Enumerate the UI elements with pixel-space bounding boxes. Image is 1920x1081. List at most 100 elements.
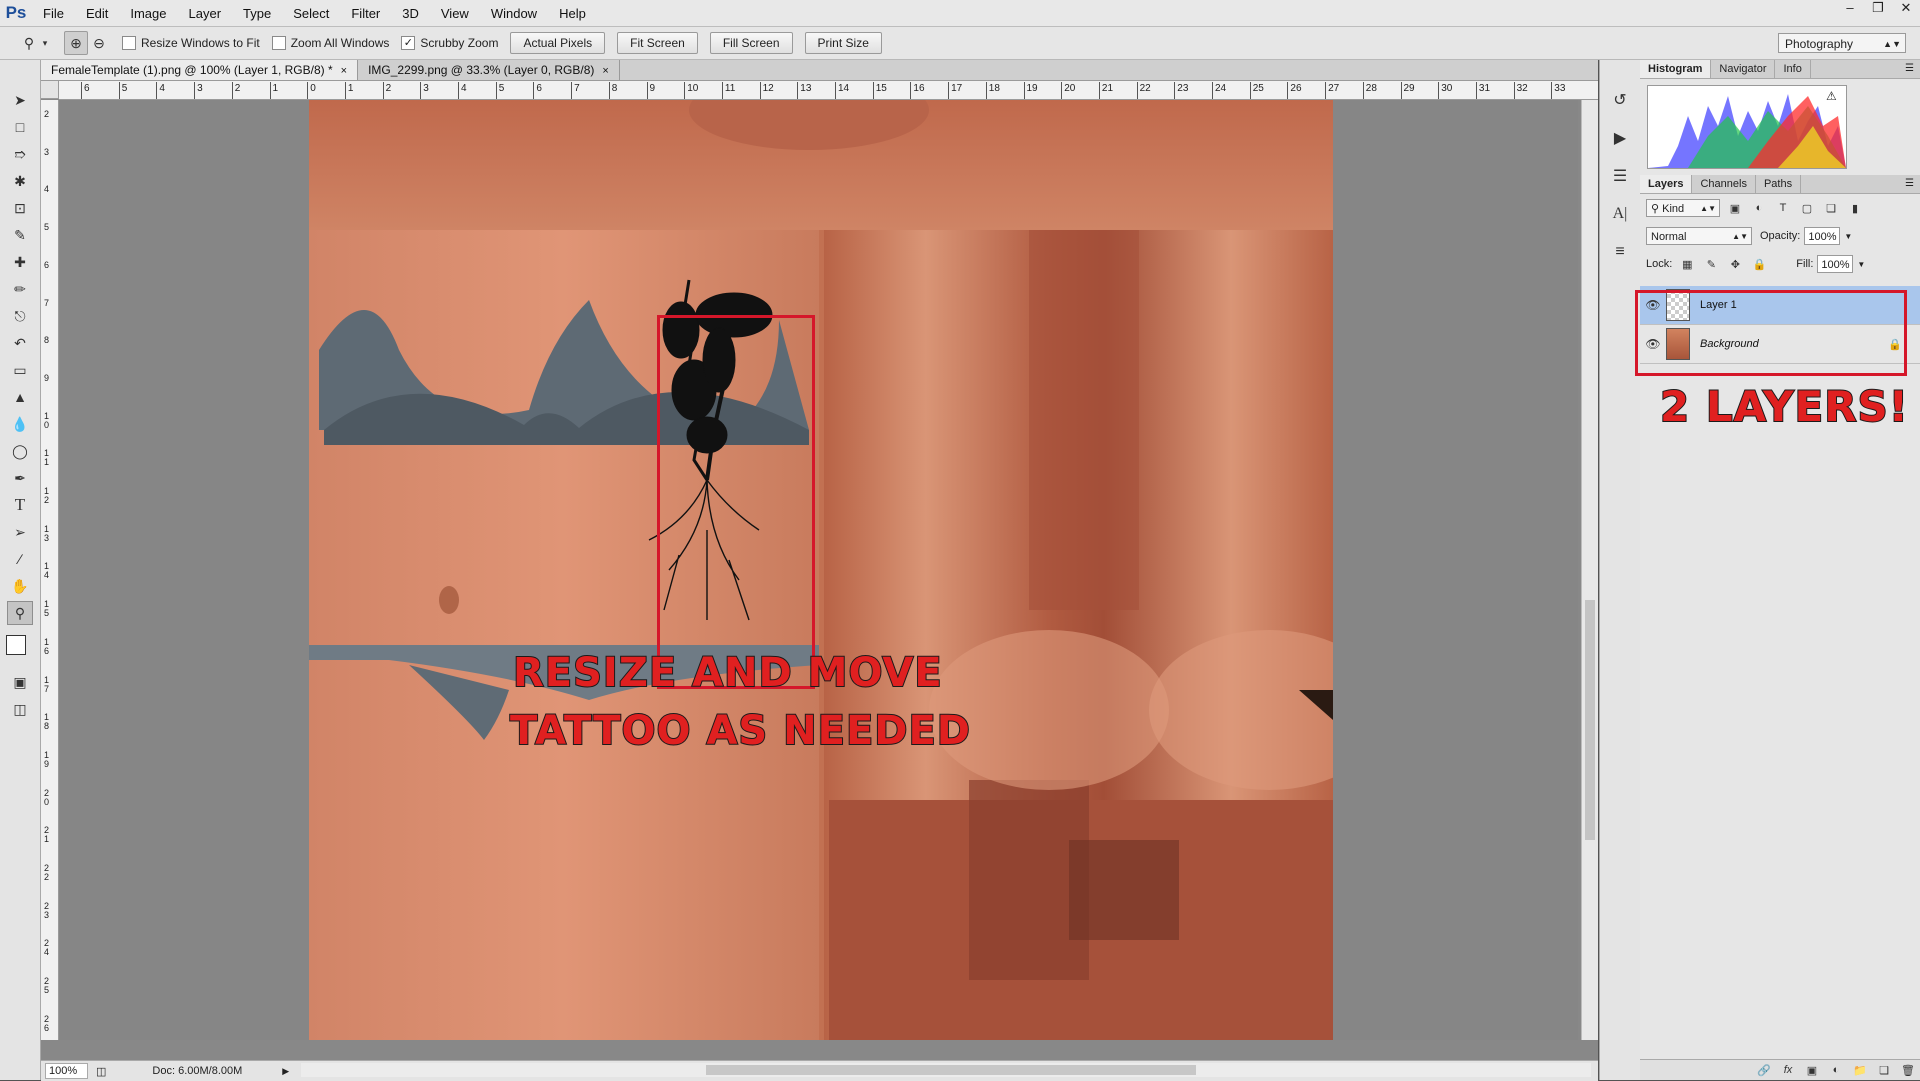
zoom-in-icon[interactable]: ⊕ bbox=[64, 31, 88, 55]
panel-menu-icon[interactable]: ☰ bbox=[1905, 60, 1914, 78]
menu-select[interactable]: Select bbox=[282, 6, 340, 21]
crop-tool-icon[interactable]: ⊡ bbox=[7, 196, 33, 220]
fit-screen-button[interactable]: Fit Screen bbox=[617, 32, 698, 54]
tab-channels[interactable]: Channels bbox=[1692, 175, 1756, 193]
document-tab[interactable]: FemaleTemplate (1).png @ 100% (Layer 1, … bbox=[41, 60, 359, 80]
hand-tool-icon[interactable]: ✋ bbox=[7, 574, 33, 598]
history-icon[interactable]: ↺ bbox=[1606, 86, 1634, 114]
ruler-origin[interactable] bbox=[41, 81, 59, 99]
close-icon[interactable]: ✕ bbox=[1892, 0, 1920, 18]
move-tool-icon[interactable]: ➤ bbox=[7, 88, 33, 112]
fill-screen-button[interactable]: Fill Screen bbox=[709, 32, 793, 54]
path-select-tool-icon[interactable]: ➢ bbox=[7, 520, 33, 544]
zoom-out-icon[interactable]: ⊖ bbox=[88, 32, 110, 54]
menu-view[interactable]: View bbox=[430, 6, 480, 21]
status-arrow-icon[interactable]: ▶ bbox=[282, 1066, 289, 1077]
lock-pixels-icon[interactable]: ✎ bbox=[1702, 255, 1720, 273]
menu-type[interactable]: Type bbox=[232, 6, 282, 21]
horizontal-scrollbar[interactable] bbox=[301, 1063, 1591, 1077]
paint-bucket-tool-icon[interactable]: ▲ bbox=[7, 385, 33, 409]
link-icon[interactable]: 🔗 bbox=[1752, 1064, 1776, 1077]
brush-tool-icon[interactable]: ✏ bbox=[7, 277, 33, 301]
adjustment-icon[interactable]: ◐ bbox=[1824, 1064, 1848, 1076]
fill-field[interactable]: 100% bbox=[1817, 255, 1854, 273]
healing-brush-tool-icon[interactable]: ✚ bbox=[7, 250, 33, 274]
actions-play-icon[interactable]: ▶ bbox=[1606, 124, 1634, 152]
fx-icon[interactable]: fx bbox=[1776, 1064, 1800, 1076]
adjustment-filter-icon[interactable]: ◐ bbox=[1750, 199, 1768, 217]
lock-position-icon[interactable]: ✥ bbox=[1726, 255, 1744, 273]
properties-icon[interactable]: ☰ bbox=[1606, 162, 1634, 190]
tab-layers[interactable]: Layers bbox=[1640, 175, 1693, 193]
filter-toggle-icon[interactable]: ▮ bbox=[1846, 199, 1864, 217]
color-swatches[interactable] bbox=[4, 633, 36, 667]
restore-icon[interactable]: ❐ bbox=[1864, 0, 1892, 18]
minimize-icon[interactable]: – bbox=[1836, 0, 1864, 18]
line-tool-icon[interactable]: ∕ bbox=[7, 547, 33, 571]
smart-object-filter-icon[interactable]: ❏ bbox=[1822, 199, 1840, 217]
actual-pixels-button[interactable]: Actual Pixels bbox=[510, 32, 606, 54]
trash-icon[interactable]: 🗑 bbox=[1896, 1064, 1920, 1077]
menu-3d[interactable]: 3D bbox=[391, 6, 430, 21]
document-tab[interactable]: IMG_2299.png @ 33.3% (Layer 0, RGB/8) × bbox=[358, 60, 620, 80]
menu-help[interactable]: Help bbox=[548, 6, 597, 21]
menu-image[interactable]: Image bbox=[119, 6, 177, 21]
tab-paths[interactable]: Paths bbox=[1756, 175, 1802, 193]
zoom-icon[interactable]: ⚲ bbox=[18, 32, 40, 54]
character-icon[interactable]: A| bbox=[1606, 200, 1634, 228]
chevron-down-icon[interactable]: ▼ bbox=[1844, 232, 1852, 241]
scrubby-zoom-checkbox[interactable]: ✓ Scrubby Zoom bbox=[401, 36, 498, 50]
lock-all-icon[interactable]: 🔒 bbox=[1750, 255, 1768, 273]
zoom-level-field[interactable]: 100% bbox=[45, 1063, 88, 1079]
scrollbar-thumb[interactable] bbox=[706, 1065, 1196, 1075]
horizontal-ruler[interactable]: 6 5 4 3 2 1 0 1 2 3 4 5 6 7 8 9 10 11 12 13 14 15 16 17 18 19 20 21… bbox=[59, 81, 1598, 100]
tab-info[interactable]: Info bbox=[1775, 60, 1811, 78]
blur-tool-icon[interactable]: 💧 bbox=[7, 412, 33, 436]
vertical-scrollbar[interactable] bbox=[1581, 100, 1598, 1040]
warning-icon[interactable]: ⚠ bbox=[1826, 89, 1837, 103]
marquee-tool-icon[interactable]: □ bbox=[7, 115, 33, 139]
zoom-all-windows-checkbox[interactable]: Zoom All Windows bbox=[271, 36, 389, 50]
menu-file[interactable]: File bbox=[32, 6, 75, 21]
shape-filter-icon[interactable]: ▢ bbox=[1798, 199, 1816, 217]
scrollbar-thumb[interactable] bbox=[1585, 600, 1595, 840]
kind-filter-select[interactable]: ⚲ Kind ▲▼ bbox=[1646, 199, 1720, 217]
panel-menu-icon[interactable]: ☰ bbox=[1905, 175, 1914, 193]
menu-edit[interactable]: Edit bbox=[75, 6, 119, 21]
new-layer-icon[interactable]: ❏ bbox=[1872, 1064, 1896, 1077]
lock-transparency-icon[interactable]: ▦ bbox=[1678, 255, 1696, 273]
lasso-tool-icon[interactable]: ➱ bbox=[7, 142, 33, 166]
type-tool-icon[interactable]: T bbox=[7, 493, 33, 517]
vertical-ruler[interactable]: 2345678910111213141516171819202122232425… bbox=[41, 100, 59, 1040]
pixel-filter-icon[interactable]: ▣ bbox=[1726, 199, 1744, 217]
opacity-field[interactable]: 100% bbox=[1804, 227, 1841, 245]
dodge-tool-icon[interactable]: ◯ bbox=[7, 439, 33, 463]
close-tab-icon[interactable]: × bbox=[602, 65, 608, 77]
eyedropper-tool-icon[interactable]: ✎ bbox=[7, 223, 33, 247]
quick-mask-icon[interactable]: ▣ bbox=[7, 670, 33, 694]
close-tab-icon[interactable]: × bbox=[341, 65, 347, 77]
quick-select-tool-icon[interactable]: ✱ bbox=[7, 169, 33, 193]
print-size-button[interactable]: Print Size bbox=[804, 32, 882, 54]
foreground-color-swatch[interactable] bbox=[6, 635, 26, 655]
canvas[interactable] bbox=[309, 100, 1333, 1040]
stamp-tool-icon[interactable]: ⎋ bbox=[7, 304, 33, 328]
folder-icon[interactable]: 📁 bbox=[1848, 1064, 1872, 1077]
tab-navigator[interactable]: Navigator bbox=[1711, 60, 1776, 78]
resize-windows-checkbox[interactable]: Resize Windows to Fit bbox=[122, 36, 260, 50]
tab-histogram[interactable]: Histogram bbox=[1640, 60, 1712, 78]
menu-window[interactable]: Window bbox=[480, 6, 548, 21]
chevron-down-icon[interactable]: ▼ bbox=[1857, 260, 1865, 269]
mask-icon[interactable]: ▣ bbox=[1800, 1064, 1824, 1077]
tool-preset-dropdown-icon[interactable]: ▾ bbox=[40, 32, 50, 54]
zoom-tool-icon[interactable]: ⚲ bbox=[7, 601, 33, 625]
blend-mode-select[interactable]: Normal ▲▼ bbox=[1646, 227, 1752, 245]
screen-mode-icon[interactable]: ◫ bbox=[7, 697, 33, 721]
eraser-tool-icon[interactable]: ▭ bbox=[7, 358, 33, 382]
history-brush-tool-icon[interactable]: ↶ bbox=[7, 331, 33, 355]
workspace-select[interactable]: Photography ▲▼ bbox=[1778, 33, 1906, 53]
menu-filter[interactable]: Filter bbox=[340, 6, 391, 21]
status-menu-icon[interactable]: ◫ bbox=[96, 1065, 106, 1078]
type-filter-icon[interactable]: T bbox=[1774, 199, 1792, 217]
pen-tool-icon[interactable]: ✒ bbox=[7, 466, 33, 490]
